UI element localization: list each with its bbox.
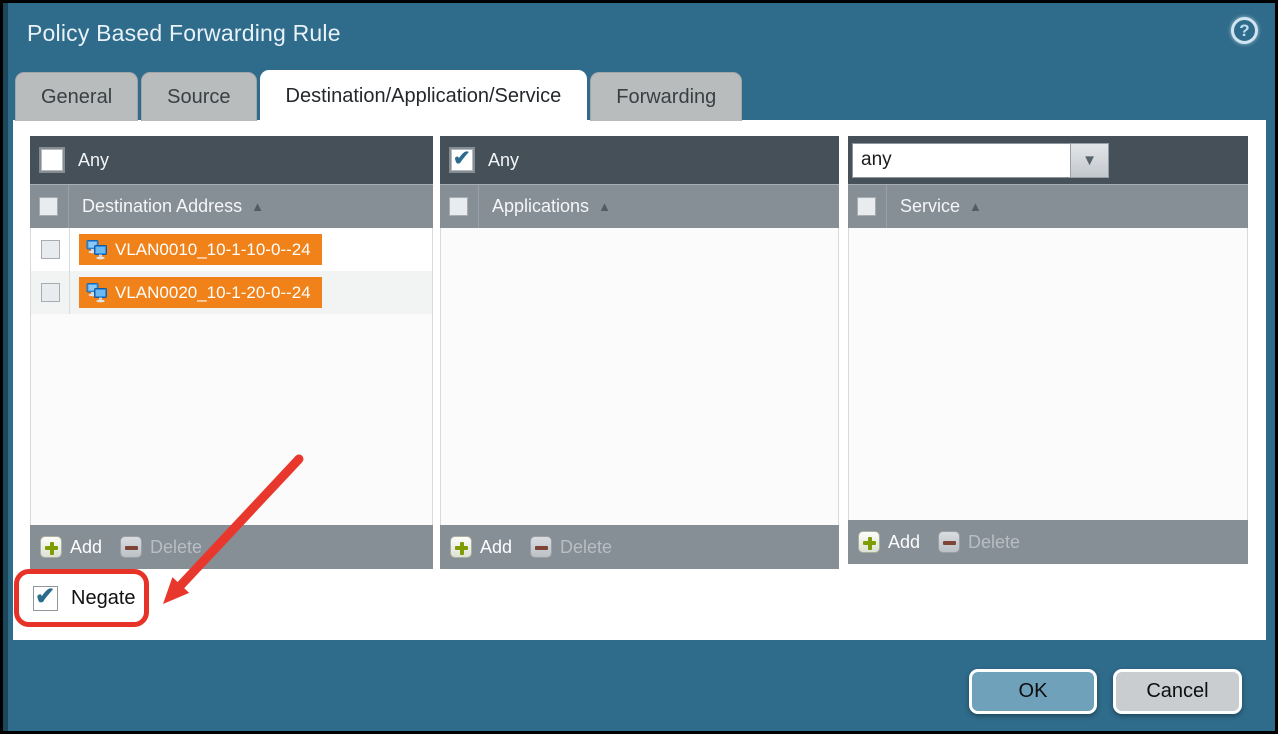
service-dropdown-bar: ▼	[848, 136, 1248, 184]
applications-column-header[interactable]: Applications ▲	[440, 184, 839, 228]
applications-column-label: Applications	[492, 196, 589, 217]
service-select-all-checkbox[interactable]	[857, 197, 876, 216]
applications-select-all-checkbox[interactable]	[449, 197, 468, 216]
address-object-chip[interactable]: VLAN0020_10-1-20-0--24	[79, 277, 322, 308]
network-computers-icon	[86, 240, 107, 260]
delete-button-label: Delete	[560, 537, 612, 558]
service-toolbar: Add Delete	[848, 520, 1248, 564]
help-icon[interactable]: ?	[1231, 17, 1258, 44]
tab-forwarding[interactable]: Forwarding	[590, 72, 742, 121]
delete-minus-icon	[938, 531, 960, 553]
add-button-label: Add	[70, 537, 102, 558]
sort-ascending-icon: ▲	[969, 199, 982, 214]
add-button[interactable]: Add	[858, 531, 920, 553]
add-button[interactable]: Add	[40, 536, 102, 558]
destination-panel: Any Destination Address ▲	[30, 136, 433, 569]
applications-any-label: Any	[488, 150, 519, 171]
address-object-chip[interactable]: VLAN0010_10-1-10-0--24	[79, 234, 322, 265]
destination-any-bar: Any	[30, 136, 433, 184]
address-object-label: VLAN0010_10-1-10-0--24	[115, 240, 311, 260]
policy-based-forwarding-dialog: Policy Based Forwarding Rule ? General S…	[0, 0, 1278, 734]
cancel-button[interactable]: Cancel	[1113, 669, 1242, 714]
negate-control: Negate	[33, 586, 136, 611]
column-separator	[68, 185, 69, 228]
destination-toolbar: Add Delete	[30, 525, 433, 569]
row-checkbox[interactable]	[41, 283, 60, 302]
sort-ascending-icon: ▲	[251, 199, 264, 214]
tab-bar: General Source Destination/Application/S…	[15, 71, 742, 121]
applications-panel: Any Applications ▲ Add Delete	[440, 136, 839, 569]
negate-checkbox[interactable]	[33, 586, 58, 611]
applications-any-checkbox[interactable]	[451, 149, 473, 171]
delete-button[interactable]: Delete	[938, 531, 1020, 553]
delete-button[interactable]: Delete	[120, 536, 202, 558]
service-panel: ▼ Service ▲ Add Delete	[848, 136, 1248, 564]
sort-ascending-icon: ▲	[598, 199, 611, 214]
row-checkbox[interactable]	[41, 240, 60, 259]
applications-any-bar: Any	[440, 136, 839, 184]
destination-column-header[interactable]: Destination Address ▲	[30, 184, 433, 228]
ok-button[interactable]: OK	[969, 669, 1097, 714]
tab-general[interactable]: General	[15, 72, 138, 121]
add-plus-icon	[450, 536, 472, 558]
delete-button-label: Delete	[150, 537, 202, 558]
destination-any-checkbox[interactable]	[41, 149, 63, 171]
destination-column-label: Destination Address	[82, 196, 242, 217]
applications-toolbar: Add Delete	[440, 525, 839, 569]
service-column-header[interactable]: Service ▲	[848, 184, 1248, 228]
chevron-down-icon[interactable]: ▼	[1070, 143, 1109, 178]
delete-button-label: Delete	[968, 532, 1020, 553]
applications-list	[440, 228, 839, 525]
tab-content: Any Destination Address ▲	[13, 120, 1266, 640]
destination-list: VLAN0010_10-1-10-0--24	[30, 228, 433, 525]
negate-label: Negate	[71, 587, 136, 610]
delete-button[interactable]: Delete	[530, 536, 612, 558]
service-dropdown: ▼	[852, 143, 1109, 178]
tab-destination-application-service[interactable]: Destination/Application/Service	[260, 70, 588, 121]
dialog-title: Policy Based Forwarding Rule	[27, 20, 341, 47]
table-row[interactable]: VLAN0020_10-1-20-0--24	[31, 271, 432, 314]
destination-select-all-checkbox[interactable]	[39, 197, 58, 216]
network-computers-icon	[86, 283, 107, 303]
add-plus-icon	[40, 536, 62, 558]
add-plus-icon	[858, 531, 880, 553]
destination-any-label: Any	[78, 150, 109, 171]
delete-minus-icon	[530, 536, 552, 558]
service-list	[848, 228, 1248, 520]
dialog-left-border	[3, 3, 8, 731]
add-button[interactable]: Add	[450, 536, 512, 558]
add-button-label: Add	[480, 537, 512, 558]
add-button-label: Add	[888, 532, 920, 553]
column-separator	[886, 185, 887, 228]
service-column-label: Service	[900, 196, 960, 217]
column-separator	[478, 185, 479, 228]
service-dropdown-input[interactable]	[852, 143, 1070, 178]
tab-source[interactable]: Source	[141, 72, 256, 121]
delete-minus-icon	[120, 536, 142, 558]
table-row[interactable]: VLAN0010_10-1-10-0--24	[31, 228, 432, 271]
address-object-label: VLAN0020_10-1-20-0--24	[115, 283, 311, 303]
